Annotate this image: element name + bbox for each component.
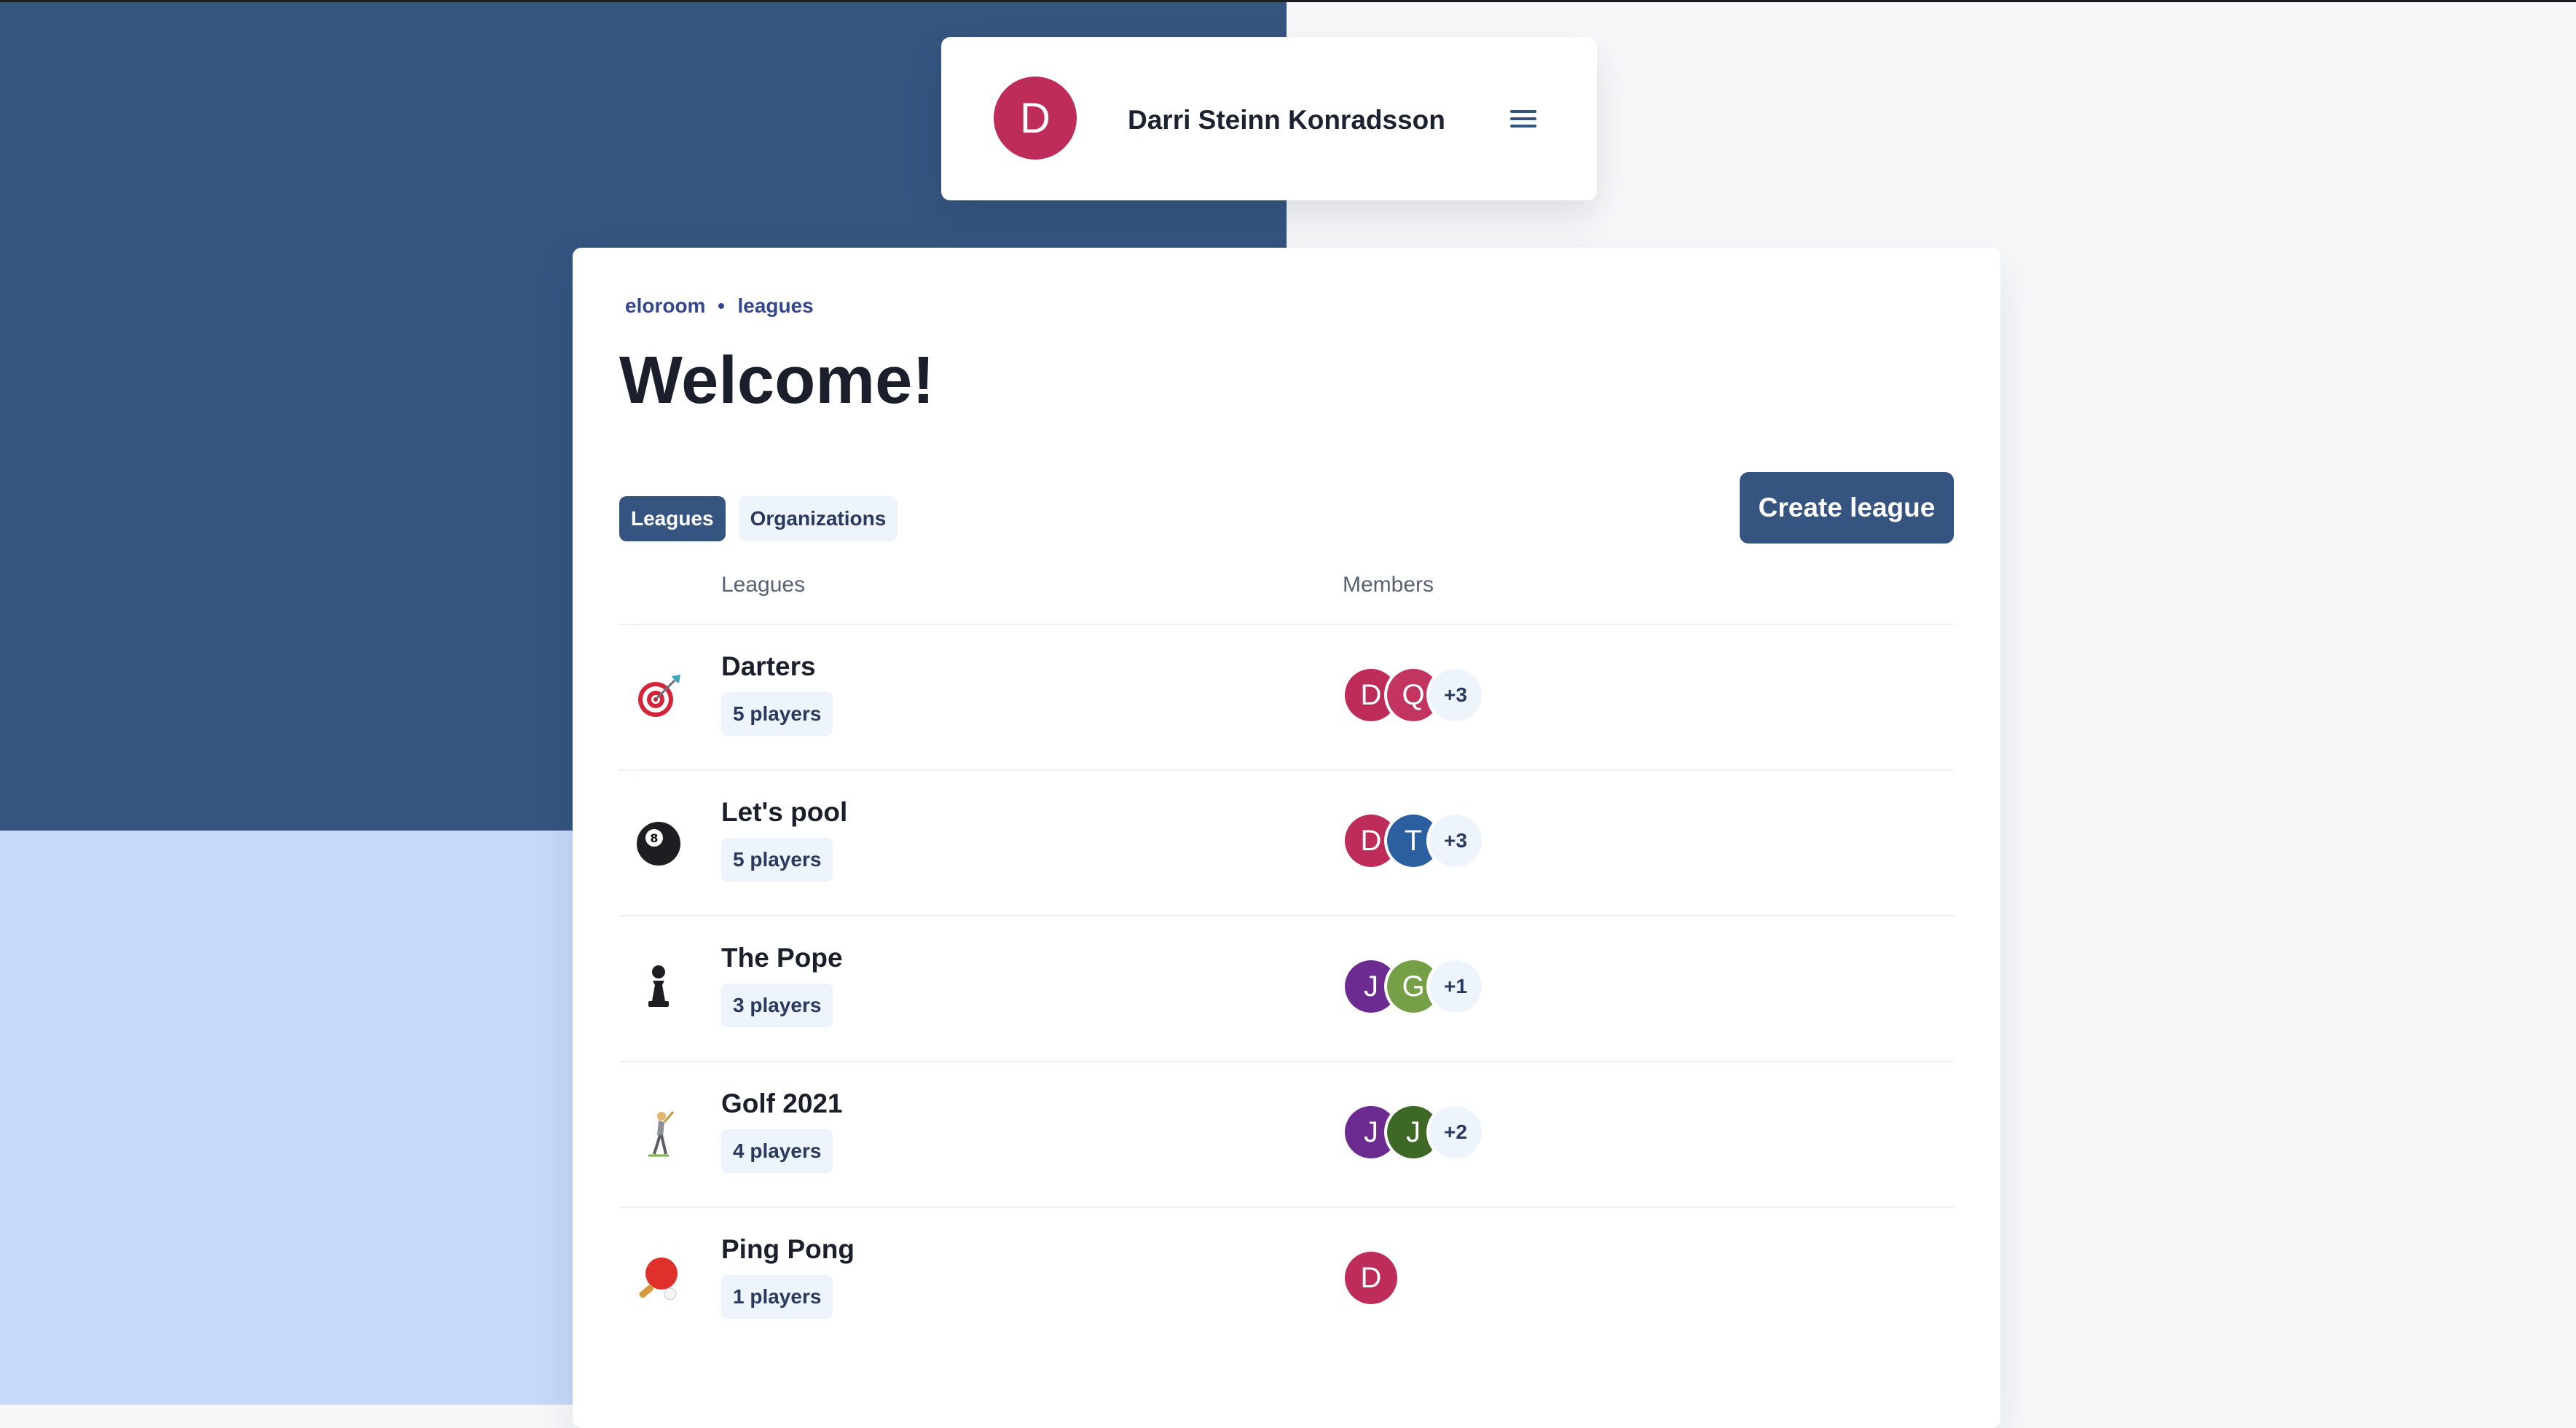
league-row-golf-2021[interactable]: Golf 2021 4 players J J +2 xyxy=(619,1061,1954,1208)
page-title: Welcome! xyxy=(619,343,935,417)
member-avatar[interactable]: D xyxy=(1345,1252,1397,1304)
svg-text:8: 8 xyxy=(650,831,658,845)
league-name[interactable]: The Pope xyxy=(721,943,843,973)
league-row-lets-pool[interactable]: 8 Let's pool 5 players D T +3 xyxy=(619,769,1954,917)
league-row-ping-pong[interactable]: Ping Pong 1 players D xyxy=(619,1207,1954,1352)
more-members-badge: +2 xyxy=(1429,1106,1482,1158)
league-name[interactable]: Darters xyxy=(721,651,816,682)
league-name[interactable]: Ping Pong xyxy=(721,1234,855,1265)
league-row-the-pope[interactable]: The Pope 3 players J G +1 xyxy=(619,915,1954,1062)
breadcrumb-current-link[interactable]: leagues xyxy=(737,294,813,318)
breadcrumb: eloroom leagues xyxy=(625,294,814,318)
breadcrumb-home-link[interactable]: eloroom xyxy=(625,294,705,318)
player-count-badge: 3 players xyxy=(721,984,833,1027)
column-header-members: Members xyxy=(1343,573,1434,597)
league-name[interactable]: Let's pool xyxy=(721,797,847,828)
player-count-badge: 5 players xyxy=(721,692,833,736)
main-card: eloroom leagues Welcome! Leagues Organiz… xyxy=(573,248,2000,1428)
player-count-badge: 1 players xyxy=(721,1275,833,1319)
table-header: Leagues Members xyxy=(619,573,1954,625)
league-name[interactable]: Golf 2021 xyxy=(721,1088,843,1119)
player-count-badge: 5 players xyxy=(721,838,833,882)
more-members-badge: +3 xyxy=(1429,669,1482,721)
more-members-badge: +1 xyxy=(1429,960,1482,1013)
user-name: Darri Steinn Konradsson xyxy=(1128,105,1445,135)
chess-pawn-icon xyxy=(632,962,685,1014)
dart-target-icon xyxy=(632,670,685,723)
golfer-icon xyxy=(632,1107,685,1160)
create-league-button[interactable]: Create league xyxy=(1740,472,1954,544)
breadcrumb-separator xyxy=(718,303,725,309)
ping-pong-icon xyxy=(632,1253,685,1306)
8-ball-icon: 8 xyxy=(632,816,685,868)
user-avatar[interactable]: D xyxy=(994,76,1077,160)
hamburger-menu-icon[interactable] xyxy=(1506,101,1541,136)
user-card: D Darri Steinn Konradsson xyxy=(941,37,1597,200)
player-count-badge: 4 players xyxy=(721,1129,833,1173)
more-members-badge: +3 xyxy=(1429,815,1482,867)
top-border xyxy=(0,0,2576,2)
league-row-darters[interactable]: Darters 5 players D Q +3 xyxy=(619,624,1954,771)
tab-bar: Leagues Organizations xyxy=(619,496,911,541)
column-header-leagues: Leagues xyxy=(721,573,806,597)
tab-leagues[interactable]: Leagues xyxy=(619,496,726,541)
tab-organizations[interactable]: Organizations xyxy=(738,496,898,541)
